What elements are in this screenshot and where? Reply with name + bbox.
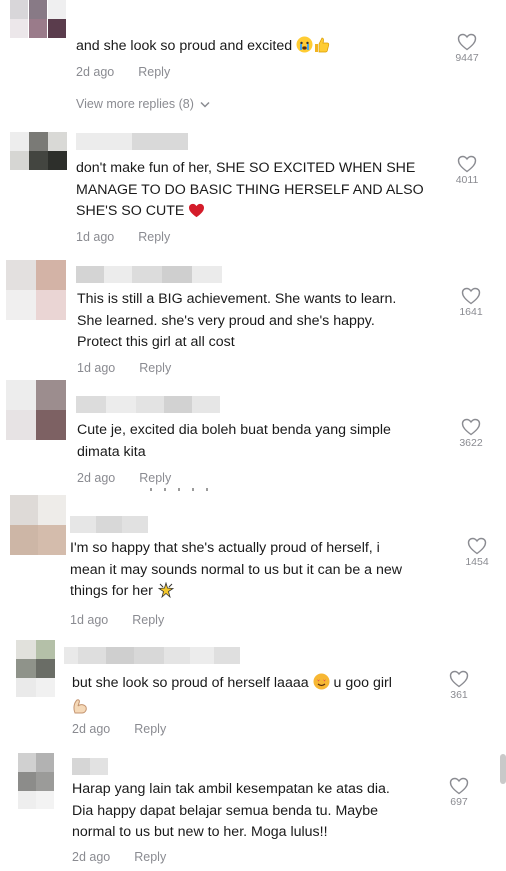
reply-button[interactable]: Reply bbox=[139, 471, 171, 485]
reply-button[interactable]: Reply bbox=[138, 230, 170, 244]
like-button[interactable]: 1454 bbox=[460, 537, 494, 568]
timestamp: 2d ago bbox=[72, 722, 111, 736]
scrollbar[interactable] bbox=[500, 754, 506, 784]
comment-text: but she look so proud of herself laaaa u… bbox=[72, 673, 392, 722]
comment-meta: 1d ago Reply bbox=[77, 361, 171, 375]
avatar[interactable] bbox=[18, 753, 54, 809]
like-button[interactable]: 9447 bbox=[450, 33, 484, 64]
like-button[interactable]: 4011 bbox=[450, 155, 484, 186]
timestamp: 2d ago bbox=[72, 850, 111, 864]
username-redacted bbox=[72, 758, 108, 775]
heart-outline-icon bbox=[449, 670, 469, 688]
comment-meta: 2d ago Reply bbox=[72, 722, 166, 736]
crying-face-emoji bbox=[296, 36, 313, 61]
comment-meta: 2d ago Reply bbox=[72, 850, 166, 864]
like-button[interactable]: 1641 bbox=[454, 287, 488, 318]
avatar[interactable] bbox=[10, 495, 66, 555]
red-heart-emoji bbox=[188, 203, 205, 226]
comment-meta: 2d ago Reply bbox=[77, 471, 171, 485]
reply-button[interactable]: Reply bbox=[132, 613, 164, 627]
smiling-hearts-emoji bbox=[313, 673, 330, 698]
timestamp: 1d ago bbox=[77, 361, 116, 375]
timestamp: 1d ago bbox=[70, 613, 109, 627]
heart-outline-icon bbox=[461, 287, 481, 305]
comment-meta: 1d ago Reply bbox=[70, 613, 164, 627]
comment-text: This is still a BIG achievement. She wan… bbox=[77, 291, 397, 350]
reply-button[interactable]: Reply bbox=[138, 65, 170, 79]
like-count: 361 bbox=[450, 689, 468, 701]
comment-2: don't make fun of her, SHE SO EXCITED WH… bbox=[0, 130, 506, 250]
timestamp: 2d ago bbox=[77, 471, 116, 485]
timestamp: 2d ago bbox=[76, 65, 115, 79]
comment-4: Cute je, excited dia boleh buat benda ya… bbox=[0, 378, 506, 491]
like-count: 697 bbox=[450, 796, 468, 808]
heart-outline-icon bbox=[467, 537, 487, 555]
like-count: 3622 bbox=[459, 437, 483, 449]
avatar[interactable] bbox=[6, 260, 66, 320]
like-button[interactable]: 697 bbox=[442, 777, 476, 808]
sparkle-dance-emoji bbox=[157, 581, 175, 606]
like-count: 9447 bbox=[455, 52, 479, 64]
comment-3: This is still a BIG achievement. She wan… bbox=[0, 260, 506, 380]
comment-text: and she look so proud and excited bbox=[76, 36, 330, 61]
comment-text: I'm so happy that she's actually proud o… bbox=[70, 538, 402, 606]
heart-outline-icon bbox=[457, 33, 477, 51]
reply-button[interactable]: Reply bbox=[139, 361, 171, 375]
like-count: 4011 bbox=[455, 174, 479, 186]
username-redacted bbox=[76, 133, 188, 150]
comment-meta: 1d ago Reply bbox=[76, 230, 170, 244]
comment-7: Harap yang lain tak ambil kesempatan ke … bbox=[0, 753, 506, 871]
like-count: 1454 bbox=[465, 556, 489, 568]
avatar[interactable] bbox=[16, 640, 55, 697]
comment-1: and she look so proud and excited 2d ago… bbox=[0, 0, 506, 90]
cropped-row-fragment bbox=[150, 488, 208, 491]
view-more-label: View more replies (8) bbox=[76, 97, 194, 111]
avatar[interactable] bbox=[10, 0, 66, 38]
heart-outline-icon bbox=[457, 155, 477, 173]
username-redacted bbox=[76, 396, 220, 413]
reply-button[interactable]: Reply bbox=[134, 850, 166, 864]
username-redacted bbox=[76, 266, 222, 283]
username-redacted bbox=[70, 516, 148, 533]
comment-text: don't make fun of her, SHE SO EXCITED WH… bbox=[76, 158, 424, 226]
avatar[interactable] bbox=[6, 380, 66, 440]
chevron-down-icon bbox=[200, 101, 210, 108]
view-more-replies[interactable]: View more replies (8) bbox=[76, 97, 210, 111]
like-count: 1641 bbox=[459, 306, 483, 318]
comment-6: but she look so proud of herself laaaa u… bbox=[0, 640, 506, 745]
like-button[interactable]: 3622 bbox=[454, 418, 488, 449]
reply-button[interactable]: Reply bbox=[134, 722, 166, 736]
username-redacted bbox=[64, 647, 240, 664]
comment-5: I'm so happy that she's actually proud o… bbox=[0, 495, 506, 630]
thumbs-up-emoji bbox=[313, 36, 330, 61]
timestamp: 1d ago bbox=[76, 230, 115, 244]
flexed-biceps-emoji bbox=[72, 698, 89, 723]
comment-text: Cute je, excited dia boleh buat benda ya… bbox=[77, 422, 391, 460]
avatar[interactable] bbox=[10, 132, 67, 170]
heart-outline-icon bbox=[461, 418, 481, 436]
heart-outline-icon bbox=[449, 777, 469, 795]
comment-meta: 2d ago Reply bbox=[76, 65, 170, 79]
comment-text: Harap yang lain tak ambil kesempatan ke … bbox=[72, 781, 390, 840]
like-button[interactable]: 361 bbox=[442, 670, 476, 701]
